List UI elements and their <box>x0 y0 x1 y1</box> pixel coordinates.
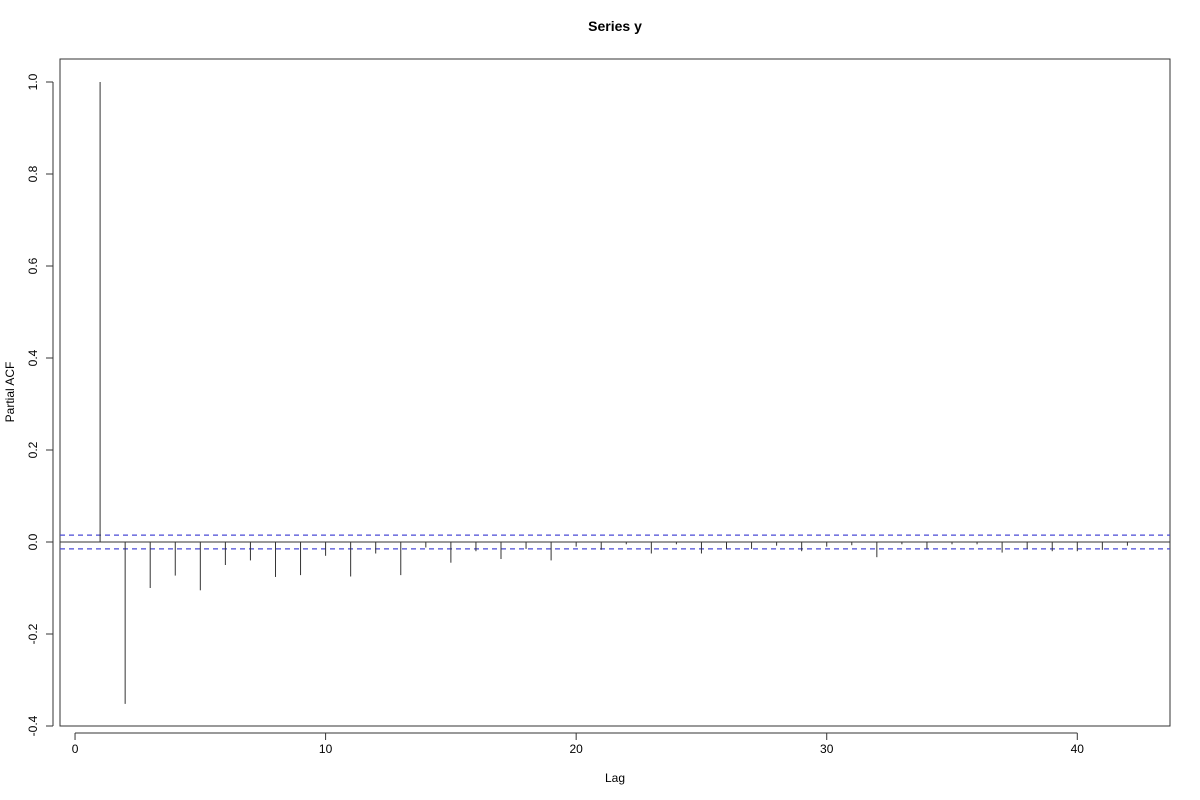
x-tick-label: 40 <box>1071 742 1085 756</box>
y-tick-label: 1.0 <box>26 73 40 90</box>
y-tick-label: 0.2 <box>26 441 40 458</box>
y-tick-label: 0.8 <box>26 165 40 182</box>
y-tick-label: 0.6 <box>26 257 40 274</box>
y-tick-label: -0.4 <box>26 715 40 736</box>
pacf-bars <box>99 82 1128 704</box>
y-axis-label: Partial ACF <box>3 362 17 423</box>
y-tick-label: 0.4 <box>26 349 40 366</box>
y-tick-label: 0.0 <box>26 533 40 550</box>
x-tick-label: 0 <box>72 742 79 756</box>
x-axis: 0 10 20 30 40 <box>72 732 1085 756</box>
x-axis-label: Lag <box>605 771 625 785</box>
x-tick-label: 30 <box>820 742 834 756</box>
x-tick-label: 20 <box>569 742 583 756</box>
x-tick-label: 10 <box>319 742 333 756</box>
plot-frame <box>59 58 1171 727</box>
chart-title: Series y <box>588 18 642 34</box>
y-tick-label: -0.2 <box>26 623 40 644</box>
y-axis: -0.4 -0.2 0.0 0.2 0.4 0.6 0.8 1.0 <box>26 73 54 736</box>
pacf-chart: Series y Lag Partial ACF 0 10 20 30 40 -0.4-… <box>3 18 1171 785</box>
